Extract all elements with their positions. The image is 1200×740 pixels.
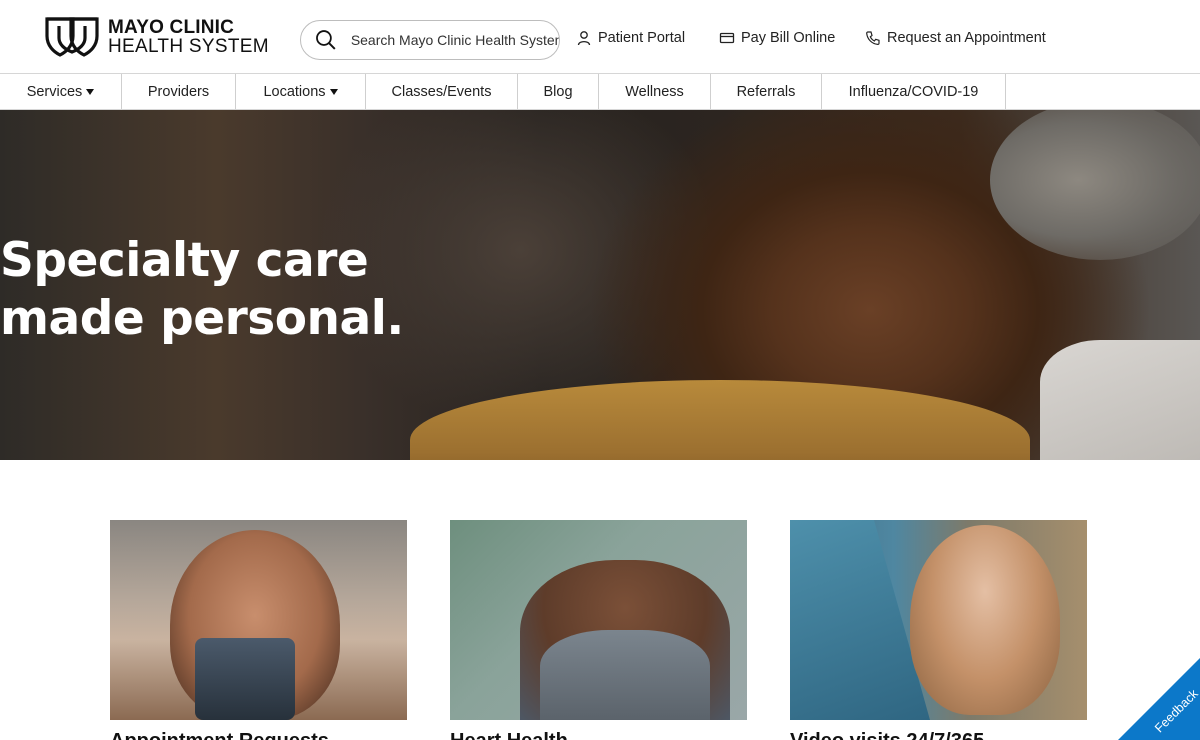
- nav-item-wellness[interactable]: Wellness: [599, 74, 711, 109]
- card-image-tank-top: [540, 630, 710, 720]
- card-image[interactable]: [790, 520, 1087, 720]
- card-title[interactable]: Heart Health: [450, 730, 568, 740]
- nav-item-locations[interactable]: Locations: [236, 74, 366, 109]
- hero-image-shirt: [1040, 340, 1200, 460]
- mayo-clinic-logo[interactable]: MAYO CLINIC HEALTH SYSTEM: [44, 16, 269, 58]
- nav-locations-label: Locations: [263, 83, 326, 100]
- nav-influenza-label: Influenza/COVID-19: [848, 83, 979, 100]
- patient-portal-link[interactable]: Patient Portal: [576, 30, 685, 46]
- search-icon[interactable]: [315, 29, 337, 51]
- feedback-tab[interactable]: Feedback: [1118, 658, 1200, 740]
- card-image-person: [910, 525, 1060, 715]
- card-appointment-requests[interactable]: Appointment Requests: [110, 520, 407, 740]
- nav-services-label: Services: [26, 83, 83, 100]
- logo-line2: HEALTH SYSTEM: [108, 36, 269, 57]
- logo-line1: MAYO CLINIC: [108, 17, 235, 38]
- hero-banner: Specialty care made personal.: [0, 110, 1200, 460]
- main-nav: Services Providers Locations Classes/Eve…: [0, 73, 1200, 110]
- caret-down-icon: [329, 89, 338, 95]
- phone-icon: [866, 31, 880, 46]
- card-title[interactable]: Appointment Requests: [110, 730, 329, 740]
- card-title[interactable]: Video visits 24/7/365: [790, 730, 984, 740]
- card-video-visits[interactable]: Video visits 24/7/365: [790, 520, 1087, 740]
- nav-classes-label: Classes/Events: [391, 83, 492, 100]
- search-input[interactable]: [350, 32, 559, 48]
- hero-image-shoulder: [410, 380, 1030, 460]
- person-icon: [577, 31, 591, 46]
- card-heart-health[interactable]: Heart Health: [450, 520, 747, 740]
- nav-referrals-label: Referrals: [736, 83, 796, 100]
- pay-bill-link[interactable]: Pay Bill Online: [719, 30, 835, 46]
- card-image[interactable]: [450, 520, 747, 720]
- nav-wellness-label: Wellness: [625, 83, 684, 100]
- request-appointment-link[interactable]: Request an Appointment: [865, 30, 1046, 46]
- nav-item-influenza-covid[interactable]: Influenza/COVID-19: [822, 74, 1006, 109]
- nav-providers-label: Providers: [147, 83, 210, 100]
- search-box[interactable]: [300, 20, 560, 60]
- patient-portal-label: Patient Portal: [598, 30, 686, 46]
- hero-headline: Specialty care made personal.: [0, 232, 404, 348]
- card-image-tent: [790, 520, 930, 720]
- nav-blog-label: Blog: [543, 83, 573, 100]
- nav-item-blog[interactable]: Blog: [518, 74, 599, 109]
- nav-item-providers[interactable]: Providers: [122, 74, 236, 109]
- nav-item-referrals[interactable]: Referrals: [711, 74, 822, 109]
- hero-headline-line2: made personal.: [0, 291, 404, 346]
- card-image-phone: [195, 638, 295, 720]
- hero-image-hair: [990, 110, 1200, 260]
- pay-bill-label: Pay Bill Online: [741, 30, 836, 46]
- request-appointment-label: Request an Appointment: [887, 30, 1046, 46]
- card-image[interactable]: [110, 520, 407, 720]
- nav-item-classes-events[interactable]: Classes/Events: [366, 74, 518, 109]
- card-icon: [719, 32, 735, 44]
- hero-headline-line1: Specialty care: [0, 233, 369, 288]
- logo-text: MAYO CLINIC HEALTH SYSTEM: [108, 18, 269, 56]
- caret-down-icon: [86, 89, 95, 95]
- nav-item-services[interactable]: Services: [0, 74, 122, 109]
- site-header: MAYO CLINIC HEALTH SYSTEM Patient Portal…: [0, 0, 1200, 74]
- shield-logo-icon: [45, 17, 99, 57]
